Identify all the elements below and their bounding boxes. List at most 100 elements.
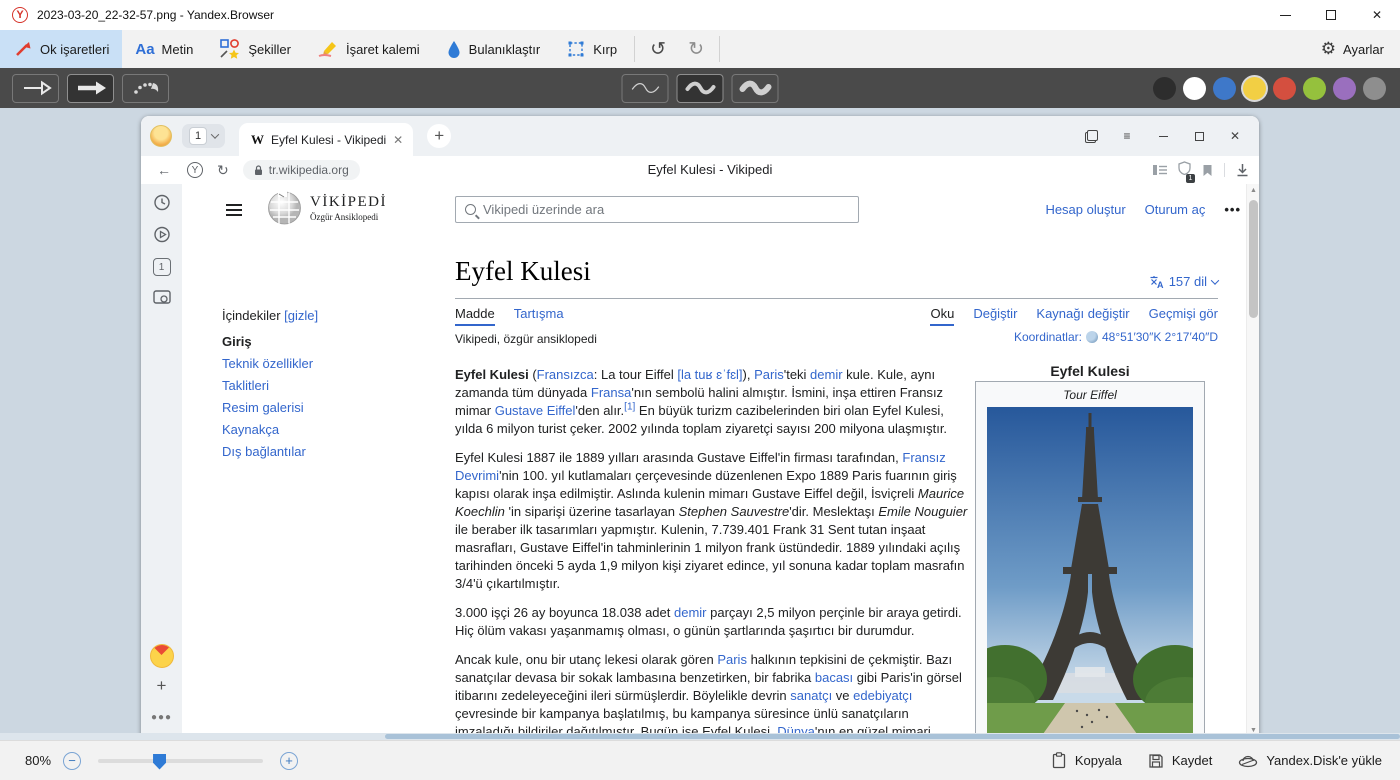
tool-text[interactable]: Aa Metin [122,30,206,68]
page-scrollbar[interactable]: ▲ ▼ [1246,184,1259,737]
scroll-up-icon[interactable]: ▲ [1247,187,1259,194]
table-of-contents: İçindekiler [gizle] GirişTeknik özellikl… [222,308,422,467]
window-title: 2023-03-20_22-32-57.png - Yandex.Browser [37,8,274,22]
tab-edit-source[interactable]: Kaynağı değiştir [1036,306,1129,326]
article-link[interactable]: Gustave Eiffel [495,403,576,418]
search-icon [465,204,476,215]
toc-item[interactable]: Resim galerisi [222,401,422,414]
yandex-disk-icon [1238,753,1258,768]
toc-item[interactable]: Dış bağlantılar [222,445,422,458]
arrow-style-thick[interactable] [67,74,114,103]
wiki-search-box[interactable] [455,196,859,223]
editor-canvas[interactable]: 1 W Eyfel Kulesi - Vikipedi ✕ + ≡ ✕ [0,108,1400,740]
color-swatch-white[interactable] [1183,77,1206,100]
browser-sidebar: 1 + ●●● [141,184,182,737]
redo-button[interactable]: ↻ [677,38,715,61]
color-swatches [1153,77,1386,100]
create-account-link[interactable]: Hesap oluştur [1045,202,1125,217]
maximize-button[interactable] [1308,0,1354,30]
toc-hide-link[interactable]: [gizle] [284,308,318,323]
upload-disk-button[interactable]: Yandex.Disk'e yükle [1238,753,1382,768]
color-swatch-gray[interactable] [1363,77,1386,100]
article-paragraph: Eyfel Kulesi (Fransızca: La tour Eiffel … [455,366,969,438]
tab-talk[interactable]: Tartışma [514,306,564,326]
undo-button[interactable]: ↺ [639,38,677,61]
more-options-icon[interactable]: ••• [1224,202,1241,217]
wikipedia-globe-icon [266,189,303,226]
article-link[interactable]: demir [810,367,843,382]
tab-article[interactable]: Madde [455,306,495,326]
article-link[interactable]: Fransızca [537,367,594,382]
copy-button[interactable]: Kopyala [1051,752,1122,769]
canvas-hscroll-thumb[interactable] [385,734,1400,739]
zoom-in-button[interactable]: + [280,752,298,770]
color-swatch-red[interactable] [1273,77,1296,100]
tool-blur[interactable]: Bulanıklaştır [433,30,554,68]
editor-toolbar: Ok işaretleri Aa Metin Şekiller İşaret k… [0,30,1400,68]
zoom-slider[interactable] [98,759,263,763]
upload-label: Yandex.Disk'e yükle [1266,753,1382,768]
article-link[interactable]: edebiyatçı [853,688,912,703]
tool-shapes[interactable]: Şekiller [206,30,304,68]
article-link[interactable]: [la tuʁ ɛˈfɛl] [677,367,742,382]
screenshot-image[interactable]: 1 W Eyfel Kulesi - Vikipedi ✕ + ≡ ✕ [141,116,1259,737]
scrollbar-thumb[interactable] [1249,200,1258,318]
tab-group-button: 1 [182,124,225,148]
article-text[interactable]: [1] [624,402,635,413]
tool-crop[interactable]: Kırp [553,30,630,68]
language-selector[interactable]: A 157 dil [1149,274,1218,289]
stroke-width-thin[interactable] [622,74,669,103]
color-swatch-black[interactable] [1153,77,1176,100]
minimize-button[interactable] [1262,0,1308,30]
language-count: 157 dil [1169,274,1207,289]
save-button[interactable]: Kaydet [1148,753,1212,769]
protect-shield-icon: 1 [1178,161,1191,180]
wiki-logo-subtitle: Özgür Ansiklopedi [310,212,387,222]
wiki-logo-title: VİKİPEDİ [310,194,387,211]
zoom-slider-handle[interactable] [153,754,166,770]
close-button[interactable]: ✕ [1354,0,1400,30]
tab-history[interactable]: Geçmişi gör [1149,306,1218,326]
color-swatch-blue[interactable] [1213,77,1236,100]
yandex-badge-icon: Y [187,162,203,178]
article-link[interactable]: Fransa [591,385,631,400]
stroke-width-medium[interactable] [677,74,724,103]
tab-title: Eyfel Kulesi - Vikipedi [271,133,386,147]
search-input[interactable] [483,202,858,217]
reload-icon: ↻ [217,162,229,179]
toc-item[interactable]: Kaynakça [222,423,422,436]
canvas-horizontal-scrollbar[interactable] [0,733,1400,740]
toc-item[interactable]: Giriş [222,335,422,348]
color-swatch-green[interactable] [1303,77,1326,100]
sign-in-link[interactable]: Oturum aç [1145,202,1206,217]
tab-read[interactable]: Oku [930,306,954,326]
stroke-width-thick[interactable] [732,74,779,103]
article-link[interactable]: demir [674,605,707,620]
toc-item[interactable]: Teknik özellikler [222,357,422,370]
color-swatch-yellow[interactable] [1243,77,1266,100]
tool-marker[interactable]: İşaret kalemi [304,30,433,68]
blur-tool-icon [446,39,462,59]
article-link[interactable]: bacası [815,670,853,685]
article-paragraph: Ancak kule, onu bir utanç lekesi olarak … [455,651,969,737]
sidebar-add-icon: + [157,676,167,696]
browser-tab: W Eyfel Kulesi - Vikipedi ✕ [239,123,413,156]
article-link[interactable]: sanatçı [790,688,832,703]
arrow-style-thin[interactable] [12,74,59,103]
download-icon [1236,163,1249,177]
arrow-style-dotted[interactable] [122,74,169,103]
wiki-menu-icon [226,204,242,216]
article-link[interactable]: Paris [717,652,747,667]
article-text: Eyfel Kulesi [455,367,529,382]
zoom-out-button[interactable]: − [63,752,81,770]
infobox: Tour Eiffel [975,381,1205,737]
coordinates[interactable]: Koordinatlar: 48°51′30″K 2°17′40″D [1014,330,1218,344]
article-text: Emile Nouguier [878,504,967,519]
tab-edit[interactable]: Değiştir [973,306,1017,326]
settings-button[interactable]: ⚙ Ayarlar [1305,30,1400,68]
browser-tab-strip: 1 W Eyfel Kulesi - Vikipedi ✕ + ≡ ✕ [141,116,1259,156]
color-swatch-purple[interactable] [1333,77,1356,100]
toc-item[interactable]: Taklitleri [222,379,422,392]
tool-arrows[interactable]: Ok işaretleri [0,30,122,68]
article-link[interactable]: Paris [754,367,784,382]
